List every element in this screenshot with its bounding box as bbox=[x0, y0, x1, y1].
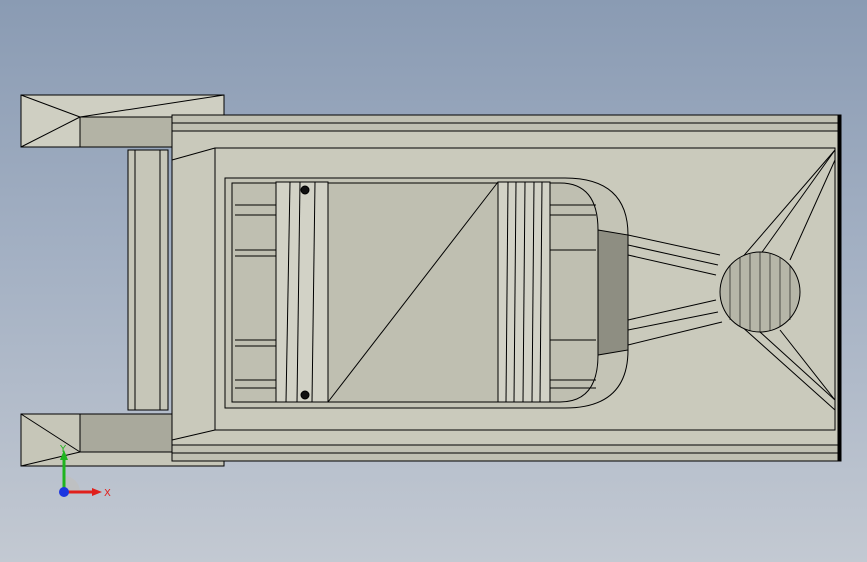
z-axis-dot bbox=[59, 487, 69, 497]
x-axis-arrow bbox=[92, 488, 102, 496]
tub-side-shade bbox=[597, 229, 629, 356]
coordinate-triad: Y X bbox=[59, 444, 111, 499]
left-frame-rail bbox=[127, 149, 169, 411]
left-panel bbox=[275, 181, 329, 403]
y-axis-label: Y bbox=[59, 444, 67, 455]
bolt-top bbox=[300, 185, 310, 195]
bolt-bottom bbox=[300, 390, 310, 400]
x-axis-label: X bbox=[104, 488, 111, 499]
cad-model-top-view[interactable] bbox=[0, 0, 867, 562]
graphics-viewport[interactable]: Y X bbox=[0, 0, 867, 562]
right-end-cap bbox=[837, 114, 842, 462]
